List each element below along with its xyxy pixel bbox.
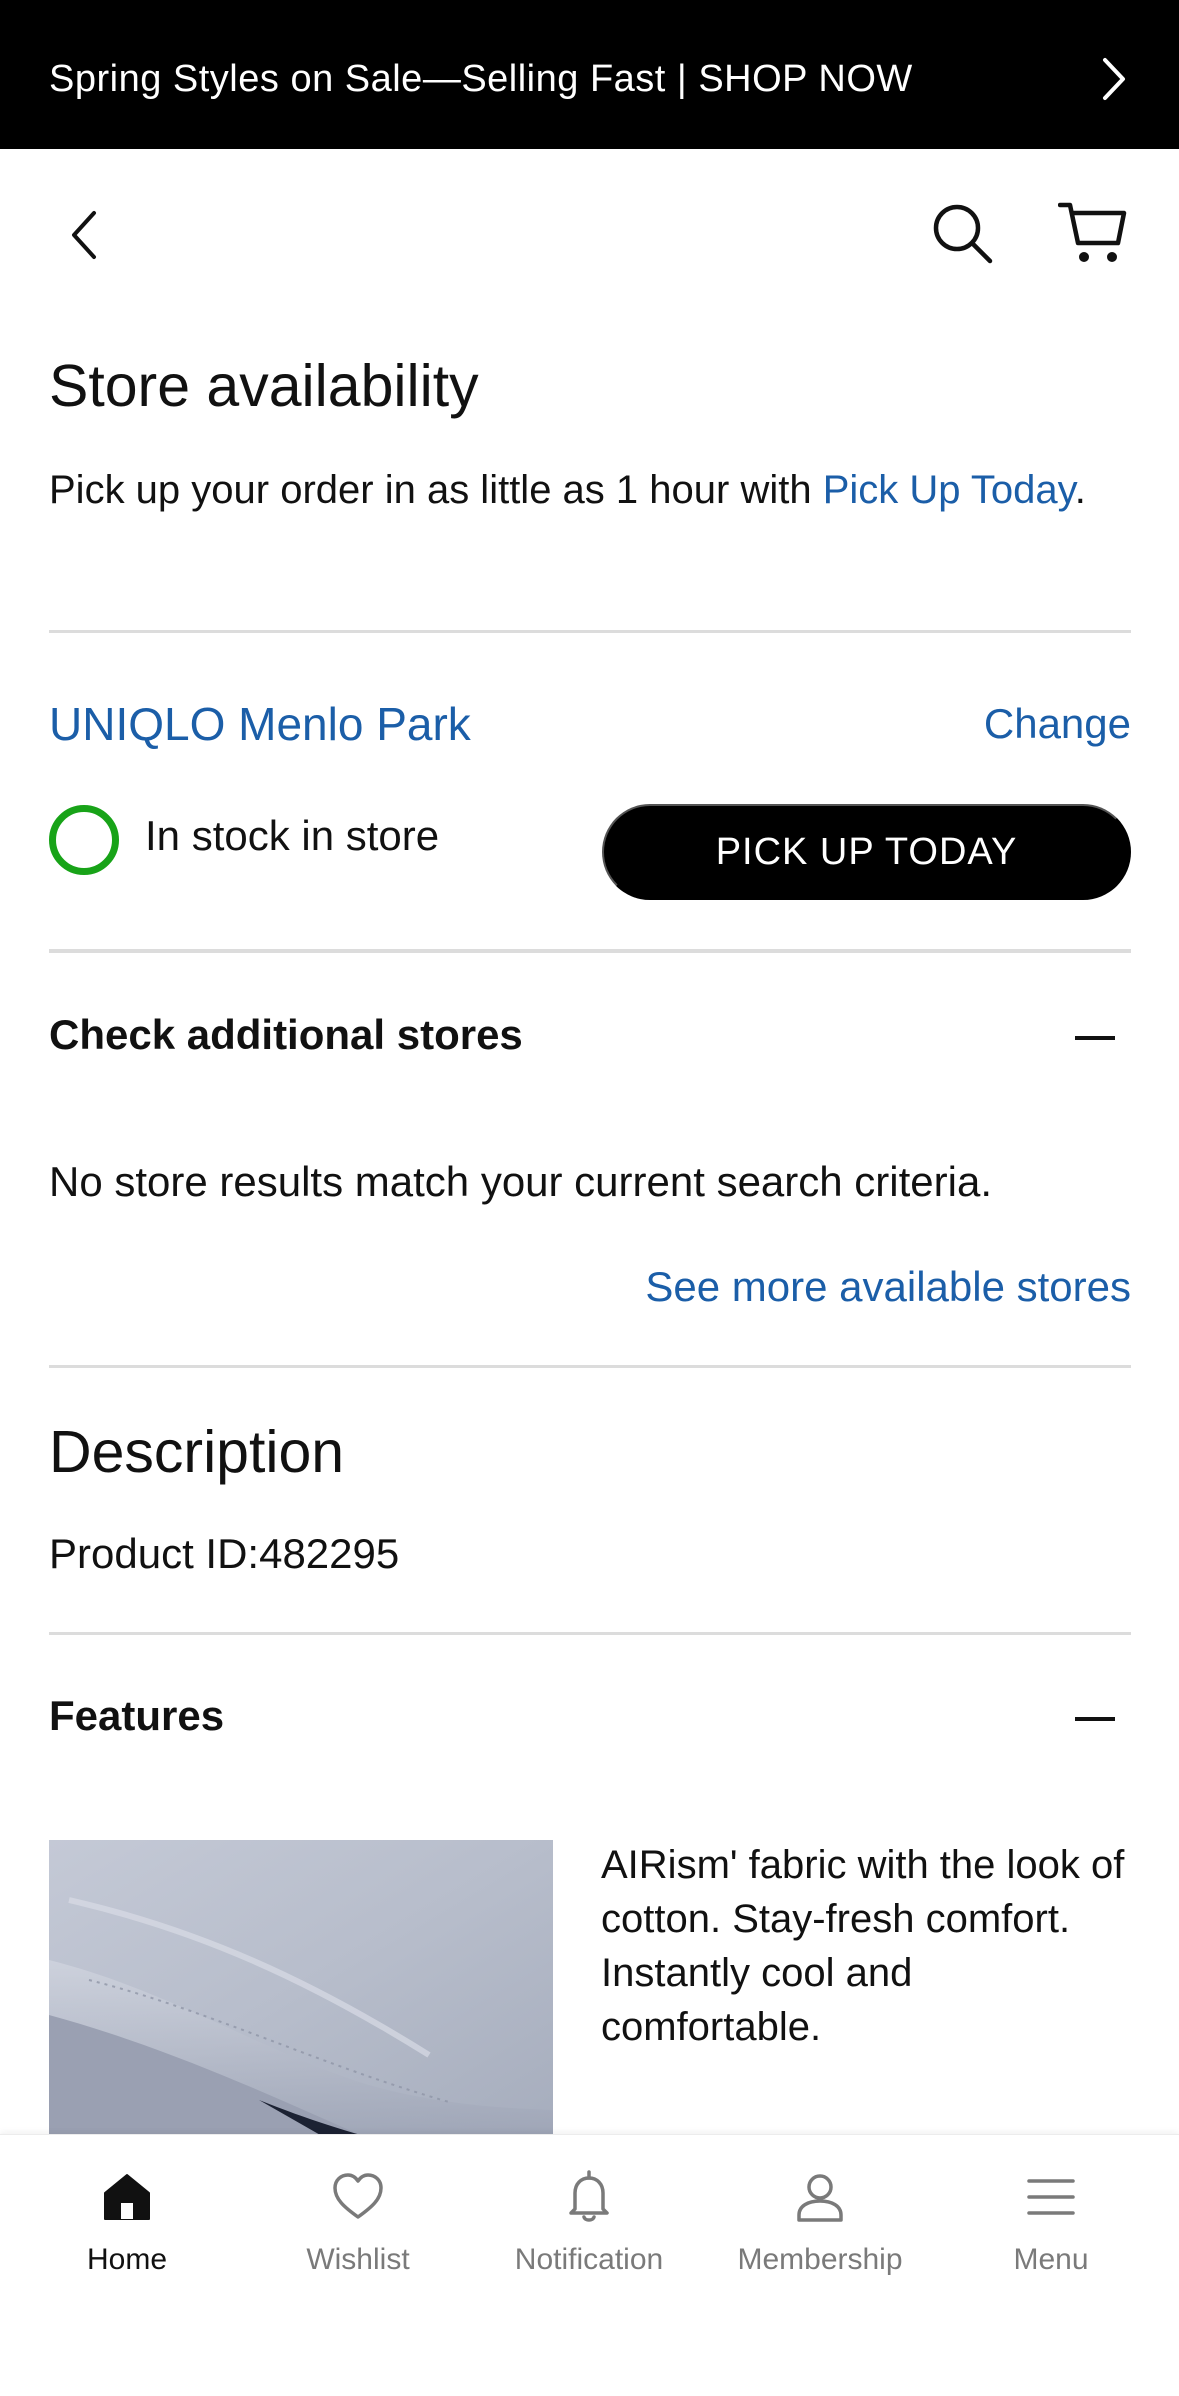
feature-description: AIRism' fabric with the look of cotton. … — [601, 1843, 1125, 2049]
heart-icon — [333, 2173, 383, 2219]
divider — [49, 630, 1131, 633]
pickup-intro: Pick up your order in as little as 1 hou… — [49, 459, 1109, 521]
promo-banner[interactable]: Spring Styles on Sale—Selling Fast | SHO… — [0, 0, 1179, 149]
features-title: Features — [49, 1692, 225, 1739]
divider — [49, 949, 1131, 953]
pickup-intro-text: Pick up your order in as little as 1 hou… — [49, 468, 823, 512]
additional-stores-accordion[interactable]: Check additional stores — [49, 1003, 1131, 1073]
change-store-link[interactable]: Change — [984, 700, 1131, 748]
collapse-minus-icon[interactable] — [1075, 1717, 1115, 1721]
tab-home[interactable]: Home — [27, 2169, 227, 2299]
bottom-tab-bar: Home Wishlist Notification Membership Me… — [0, 2134, 1179, 2396]
description-title: Description — [49, 1419, 345, 1485]
chevron-right-icon[interactable] — [1093, 54, 1133, 104]
pick-up-today-link[interactable]: Pick Up Today — [823, 468, 1075, 512]
tab-membership[interactable]: Membership — [720, 2169, 920, 2299]
hamburger-menu-icon — [1027, 2179, 1075, 2215]
store-name-link[interactable]: UNIQLO Menlo Park — [49, 697, 471, 751]
see-more-stores-link[interactable]: See more available stores — [645, 1263, 1131, 1311]
pick-up-today-button[interactable]: PICK UP TODAY — [602, 804, 1131, 900]
no-store-results-text: No store results match your current sear… — [49, 1158, 992, 1205]
promo-text: Spring Styles on Sale—Selling Fast | SHO… — [49, 58, 913, 100]
tab-menu[interactable]: Menu — [951, 2169, 1151, 2299]
additional-stores-title: Check additional stores — [49, 1011, 523, 1058]
home-icon — [104, 2174, 150, 2220]
fabric-image — [49, 1840, 553, 2140]
features-accordion[interactable]: Features — [49, 1684, 1131, 1754]
search-icon[interactable] — [930, 201, 996, 267]
tab-wishlist[interactable]: Wishlist — [258, 2169, 458, 2299]
tab-label: Wishlist — [306, 2243, 410, 2276]
bell-icon — [569, 2170, 609, 2222]
product-id: Product ID:482295 — [49, 1530, 400, 1577]
in-stock-status-icon — [49, 805, 119, 875]
person-icon — [797, 2174, 843, 2222]
stock-status-text: In stock in store — [145, 812, 440, 859]
tab-label: Membership — [737, 2243, 903, 2276]
divider — [49, 1632, 1131, 1635]
cart-icon[interactable] — [1058, 199, 1128, 267]
divider — [49, 1365, 1131, 1368]
store-availability-title: Store availability — [49, 353, 479, 419]
chevron-left-icon[interactable] — [60, 205, 110, 265]
tab-label: Menu — [1013, 2243, 1089, 2276]
tab-label: Home — [86, 2243, 168, 2276]
collapse-minus-icon[interactable] — [1075, 1036, 1115, 1040]
pickup-intro-end: . — [1074, 468, 1086, 512]
top-nav — [0, 149, 1179, 319]
tab-label: Notification — [514, 2243, 664, 2276]
tab-notification[interactable]: Notification — [489, 2169, 689, 2299]
